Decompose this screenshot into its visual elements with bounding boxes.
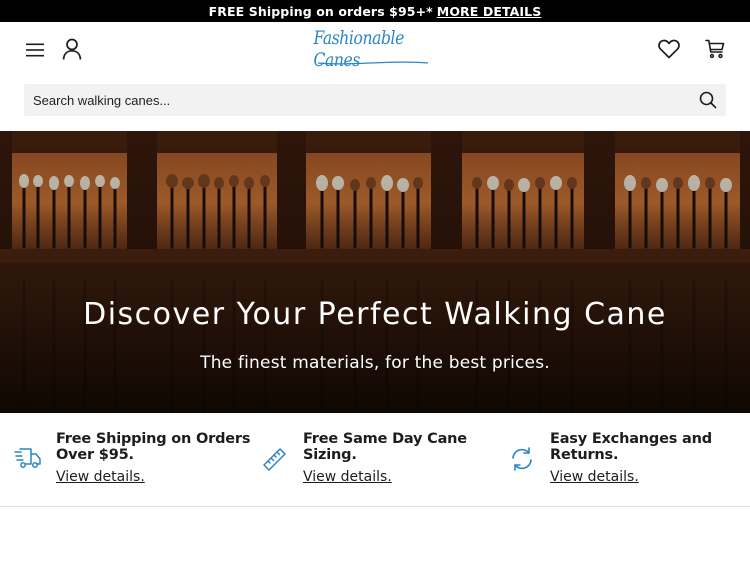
- user-icon: [62, 38, 82, 60]
- account-button[interactable]: [61, 37, 83, 61]
- shipping-truck-icon: [14, 448, 41, 468]
- view-details-link[interactable]: View details.: [303, 469, 392, 485]
- promo-text: FREE Shipping on orders $95+*: [208, 3, 433, 19]
- heart-icon: [658, 39, 680, 59]
- view-details-link[interactable]: View details.: [56, 469, 145, 485]
- hero-title: Discover Your Perfect Walking Cane: [83, 297, 667, 332]
- feature-title: Free Shipping on Orders Over $95.: [56, 431, 251, 463]
- search-input[interactable]: [24, 84, 690, 116]
- feature-cane-sizing: Free Same Day Cane Sizing. View details.: [263, 431, 503, 485]
- more-details-link[interactable]: MORE DETAILS: [437, 4, 542, 19]
- view-details-link[interactable]: View details.: [550, 469, 639, 485]
- shopping-cart-icon: [705, 39, 725, 59]
- feature-free-shipping: Free Shipping on Orders Over $95. View d…: [14, 431, 256, 485]
- cart-button[interactable]: [704, 37, 726, 61]
- hamburger-menu-icon: [26, 43, 44, 57]
- refresh-icon: [512, 447, 532, 471]
- ruler-icon: [263, 448, 286, 471]
- logo-swash: [317, 61, 429, 65]
- feature-easy-returns: Easy Exchanges and Returns. View details…: [512, 431, 750, 485]
- search-button[interactable]: [690, 84, 726, 116]
- site-header: Fashionable Canes: [0, 22, 750, 77]
- feature-title: Easy Exchanges and Returns.: [550, 431, 712, 463]
- features-strip: Free Shipping on Orders Over $95. View d…: [0, 413, 750, 507]
- wishlist-button[interactable]: [657, 37, 681, 61]
- feature-title: Free Same Day Cane Sizing.: [303, 431, 467, 463]
- menu-button[interactable]: [24, 39, 46, 61]
- promo-bar: FREE Shipping on orders $95+* MORE DETAI…: [0, 0, 750, 22]
- search-bar: [24, 84, 726, 116]
- search-icon: [699, 91, 717, 109]
- hero-subtitle: The finest materials, for the best price…: [200, 353, 550, 373]
